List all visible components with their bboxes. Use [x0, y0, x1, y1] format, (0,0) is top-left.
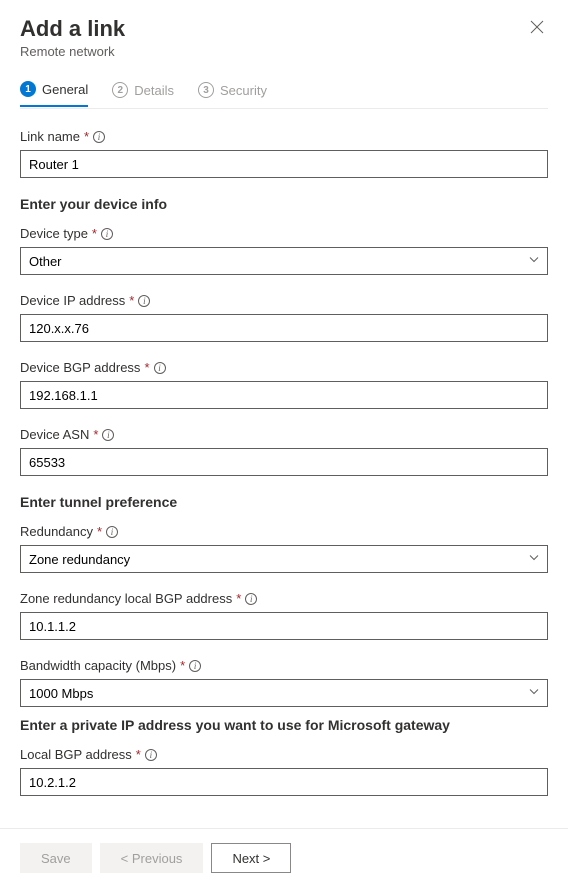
tabs-divider	[20, 108, 548, 109]
section-tunnel-preference: Enter tunnel preference	[20, 494, 548, 510]
redundancy-select[interactable]	[20, 545, 548, 573]
device-ip-label: Device IP address * i	[20, 293, 548, 308]
tab-label: General	[42, 82, 88, 97]
close-icon	[530, 20, 544, 34]
bandwidth-select[interactable]	[20, 679, 548, 707]
info-icon[interactable]: i	[189, 660, 201, 672]
device-asn-label: Device ASN * i	[20, 427, 548, 442]
info-icon[interactable]: i	[138, 295, 150, 307]
tab-label: Security	[220, 83, 267, 98]
next-button[interactable]: Next >	[211, 843, 291, 873]
section-device-info: Enter your device info	[20, 196, 548, 212]
device-bgp-input[interactable]	[20, 381, 548, 409]
local-bgp-label: Local BGP address * i	[20, 747, 548, 762]
link-name-input[interactable]	[20, 150, 548, 178]
required-marker: *	[84, 129, 89, 144]
tab-step-number: 3	[198, 82, 214, 98]
device-bgp-label: Device BGP address * i	[20, 360, 548, 375]
required-marker: *	[236, 591, 241, 606]
device-asn-input[interactable]	[20, 448, 548, 476]
bandwidth-label: Bandwidth capacity (Mbps) * i	[20, 658, 548, 673]
wizard-footer: Save < Previous Next >	[0, 828, 568, 887]
section-private-ip: Enter a private IP address you want to u…	[20, 717, 548, 733]
device-ip-input[interactable]	[20, 314, 548, 342]
zone-bgp-input[interactable]	[20, 612, 548, 640]
panel-title: Add a link	[20, 16, 125, 42]
tab-general[interactable]: 1 General	[20, 81, 88, 107]
tab-step-number: 2	[112, 82, 128, 98]
required-marker: *	[144, 360, 149, 375]
device-type-select[interactable]	[20, 247, 548, 275]
info-icon[interactable]: i	[245, 593, 257, 605]
required-marker: *	[92, 226, 97, 241]
tab-step-number: 1	[20, 81, 36, 97]
required-marker: *	[180, 658, 185, 673]
info-icon[interactable]: i	[106, 526, 118, 538]
device-type-label: Device type * i	[20, 226, 548, 241]
info-icon[interactable]: i	[93, 131, 105, 143]
zone-bgp-label: Zone redundancy local BGP address * i	[20, 591, 548, 606]
required-marker: *	[97, 524, 102, 539]
required-marker: *	[93, 427, 98, 442]
info-icon[interactable]: i	[154, 362, 166, 374]
tab-security[interactable]: 3 Security	[198, 81, 267, 107]
tab-label: Details	[134, 83, 174, 98]
required-marker: *	[136, 747, 141, 762]
redundancy-label: Redundancy * i	[20, 524, 548, 539]
panel-subtitle: Remote network	[20, 44, 125, 59]
info-icon[interactable]: i	[102, 429, 114, 441]
wizard-tabs: 1 General 2 Details 3 Security	[20, 81, 548, 108]
panel-header: Add a link Remote network	[20, 16, 548, 59]
tab-details[interactable]: 2 Details	[112, 81, 174, 107]
info-icon[interactable]: i	[145, 749, 157, 761]
info-icon[interactable]: i	[101, 228, 113, 240]
required-marker: *	[129, 293, 134, 308]
close-button[interactable]	[526, 16, 548, 41]
save-button: Save	[20, 843, 92, 873]
link-name-label: Link name * i	[20, 129, 548, 144]
local-bgp-input[interactable]	[20, 768, 548, 796]
previous-button: < Previous	[100, 843, 204, 873]
